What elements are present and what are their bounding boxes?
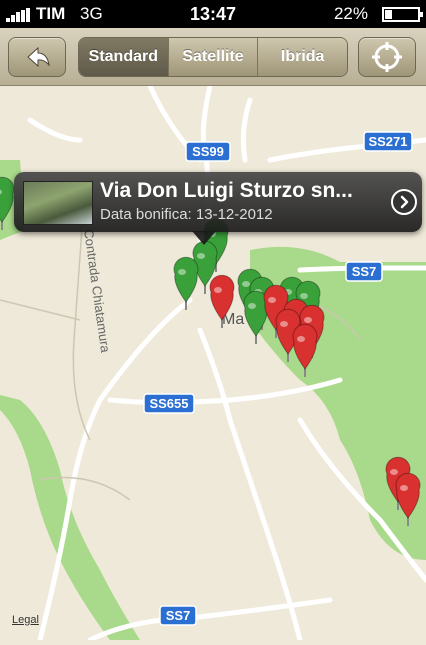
map-toolbar: Standard Satellite Ibrida [0, 28, 426, 86]
location-thumbnail [23, 181, 93, 225]
segment-satellite[interactable]: Satellite [167, 38, 258, 76]
back-button[interactable] [8, 37, 66, 77]
svg-text:SS99: SS99 [192, 144, 224, 159]
battery-icon [382, 7, 423, 22]
annotation-callout[interactable]: Via Don Luigi Sturzo sn... Data bonifica… [14, 172, 422, 245]
road-shield: SS7 [345, 261, 383, 282]
callout-subtitle: Data bonifica: 13-12-2012 [100, 206, 273, 223]
road-shield: SS7 [159, 605, 197, 626]
map-type-segmented-control: Standard Satellite Ibrida [78, 37, 348, 77]
locate-button[interactable] [358, 37, 416, 77]
road-shield: SS99 [185, 141, 231, 162]
detail-disclosure-button[interactable] [391, 189, 417, 215]
crosshair-icon [372, 42, 402, 72]
battery-percent: 22% [333, 4, 368, 23]
segment-standard[interactable]: Standard [79, 38, 168, 76]
svg-text:SS271: SS271 [368, 134, 407, 149]
svg-text:SS655: SS655 [149, 396, 188, 411]
chevron-right-icon [400, 195, 409, 209]
road-shield: SS655 [143, 393, 195, 414]
callout-title: Via Don Luigi Sturzo sn... [100, 179, 353, 202]
legal-link[interactable]: Legal [12, 614, 39, 626]
svg-text:SS7: SS7 [352, 264, 377, 279]
segment-hybrid[interactable]: Ibrida [257, 38, 347, 76]
svg-text:SS7: SS7 [166, 608, 191, 623]
road-shield: SS271 [363, 131, 413, 152]
map-view[interactable]: SS99 SS271 SS7 SS655 SS7 Contrada Chiata… [0, 83, 426, 643]
back-arrow-icon [27, 46, 50, 68]
map-canvas[interactable]: SS99 SS271 SS7 SS655 SS7 Contrada Chiata… [0, 83, 426, 643]
status-bar: TIM 3G 13:47 22% [0, 0, 426, 28]
